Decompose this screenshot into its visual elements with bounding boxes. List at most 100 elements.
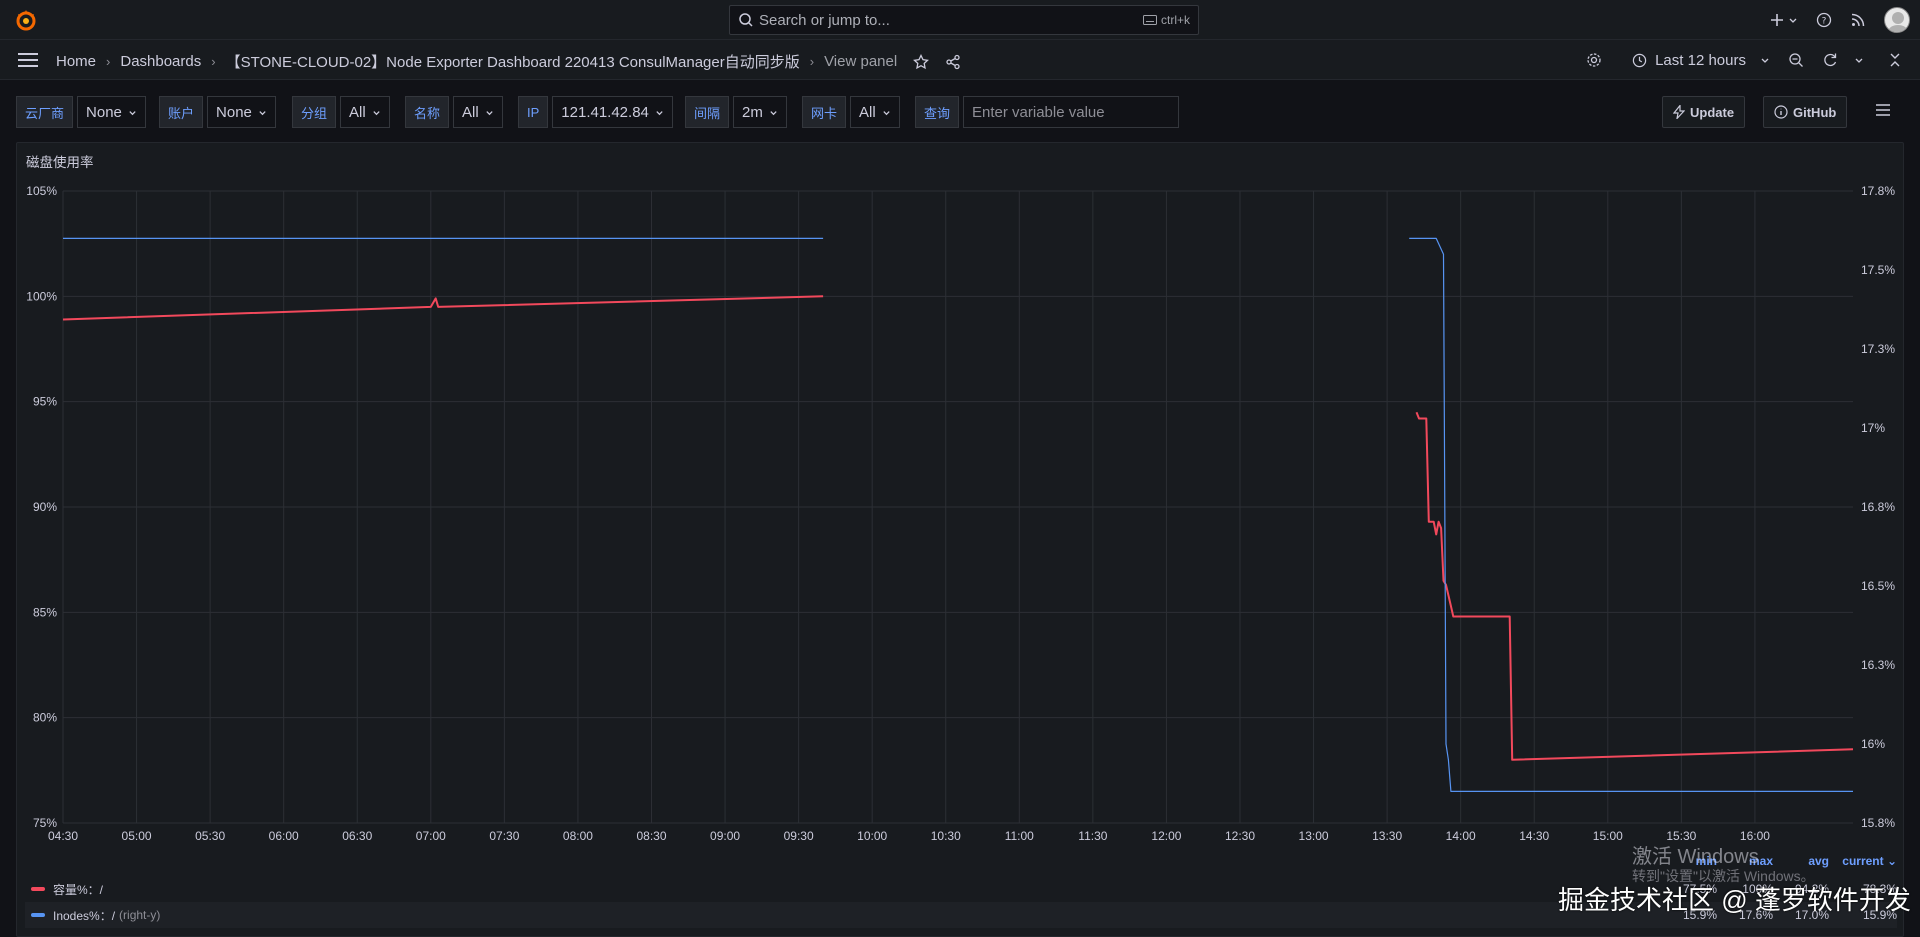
x-tick-label: 09:00 [710,829,740,843]
y-right-tick-label: 17.5% [1861,263,1895,277]
menu-icon[interactable] [18,53,38,67]
chevron-down-icon [1761,58,1769,63]
timeseries-chart[interactable]: 105% 100% 95% 90% 85% 80% 75% 17.8% 17.5% 17.3% 17… [17,143,1905,843]
search-icon [739,13,753,27]
y-right-tick-label: 17.8% [1861,184,1895,198]
info-icon [1774,105,1788,119]
time-range-picker[interactable]: Last 12 hours [1622,52,1780,69]
zoom-out-icon[interactable] [1788,52,1804,68]
variables-bar: 云厂商 None 账户 None 分组 All 名称 All IP 121.41… [0,80,1920,142]
nav-bar: Home › Dashboards › 【STONE-CLOUD-02】Node… [0,40,1920,80]
y-right-tick-label: 15.8% [1861,816,1895,830]
x-tick-label: 14:30 [1519,829,1549,843]
chevron-down-icon[interactable] [1854,55,1864,65]
variable-account-select[interactable]: None [207,96,276,128]
x-tick-label: 05:00 [122,829,152,843]
search-input[interactable]: Search or jump to... ctrl+k [729,5,1199,35]
x-tick-label: 08:00 [563,829,593,843]
y-left-tick-label: 80% [33,711,57,725]
collapse-icon[interactable] [1888,53,1902,67]
x-tick-label: 05:30 [195,829,225,843]
variable-name: 名称 All [405,96,503,128]
brand-watermark: 掘金技术社区 @ 蓬罗软件开发 [1558,885,1911,915]
y-right-tick-label: 17% [1861,421,1885,435]
breadcrumb-home[interactable]: Home [56,53,96,70]
share-icon[interactable] [945,54,961,70]
legend-swatch [31,913,45,917]
variable-group: 分组 All [292,96,390,128]
x-tick-label: 13:30 [1372,829,1402,843]
y-left-tick-label: 85% [33,605,57,619]
grafana-logo-icon[interactable] [14,8,38,32]
search-shortcut: ctrl+k [1142,13,1190,27]
y-right-tick-label: 16% [1861,737,1885,751]
x-tick-label: 04:30 [48,829,78,843]
variable-cloud-provider: 云厂商 None [16,96,146,128]
series-line-capacity [62,295,1854,761]
series-line-inodes [63,237,1853,792]
y-left-tick-label: 95% [33,395,57,409]
chevron-down-icon [883,110,890,115]
x-tick-label: 12:00 [1151,829,1181,843]
y-right-tick-label: 17.3% [1861,342,1895,356]
variable-query-input[interactable]: Enter variable value [963,96,1180,128]
y-right-tick-label: 16.3% [1861,658,1895,672]
github-button[interactable]: GitHub [1763,96,1848,128]
variable-nic: 网卡 All [802,96,900,128]
variable-nic-select[interactable]: All [850,96,900,128]
x-tick-label: 15:00 [1593,829,1623,843]
star-icon[interactable] [913,53,930,70]
help-button[interactable]: ? [1816,12,1832,28]
plus-icon [1771,14,1783,26]
user-avatar[interactable] [1884,7,1910,33]
chevron-right-icon: › [106,54,111,69]
variable-query: 查询 Enter variable value [915,96,1180,128]
legend-swatch [31,887,45,891]
rss-icon [1851,13,1865,27]
y-left-tick-label: 100% [26,289,57,303]
breadcrumb-dashboard[interactable]: 【STONE-CLOUD-02】Node Exporter Dashboard … [226,51,800,72]
settings-icon[interactable] [1586,52,1602,68]
chevron-down-icon [1789,18,1797,23]
chevron-right-icon: › [809,54,815,69]
x-tick-label: 14:00 [1446,829,1476,843]
variable-ip: IP 121.41.42.84 [518,96,673,128]
svg-text:?: ? [1822,17,1827,27]
x-tick-label: 11:30 [1078,829,1107,843]
legend-col-current[interactable]: current ⌄ [1829,854,1897,868]
chevron-down-icon [770,110,777,115]
variable-name-select[interactable]: All [453,96,503,128]
y-right-tick-label: 16.8% [1861,500,1895,514]
news-button[interactable] [1850,12,1866,28]
topbar-actions: ? [1770,0,1920,40]
clock-icon [1632,53,1647,67]
variable-group-select[interactable]: All [340,96,390,128]
time-range-label: Last 12 hours [1655,51,1746,69]
chevron-right-icon: › [211,54,216,69]
add-new-button[interactable] [1770,13,1798,27]
keyboard-icon [1142,15,1157,25]
breadcrumb-view-panel: View panel [824,53,898,70]
x-tick-label: 06:00 [269,829,299,843]
activate-windows-title: 激活 Windows [1632,846,1759,868]
x-tick-label: 10:30 [931,829,961,843]
y-left-tick-label: 75% [33,816,57,830]
update-button[interactable]: Update [1662,96,1746,128]
x-tick-label: 12:30 [1225,829,1255,843]
x-tick-label: 07:30 [489,829,519,843]
dashboard-controls: Last 12 hours [1586,40,1920,80]
x-tick-label: 11:00 [1005,829,1034,843]
refresh-icon[interactable] [1822,52,1838,68]
variable-interval-select[interactable]: 2m [733,96,787,128]
search-placeholder: Search or jump to... [759,12,890,29]
breadcrumb: Home › Dashboards › 【STONE-CLOUD-02】Node… [56,51,961,72]
variable-ip-select[interactable]: 121.41.42.84 [552,96,673,128]
variable-cloud-provider-select[interactable]: None [77,96,146,128]
x-tick-label: 10:00 [857,829,887,843]
chevron-down-icon [259,110,266,115]
help-icon: ? [1816,12,1832,28]
bolt-icon [1673,105,1685,119]
x-tick-label: 08:30 [636,829,666,843]
dashboard-links-menu-icon[interactable] [1876,104,1890,116]
breadcrumb-dashboards[interactable]: Dashboards [120,53,201,70]
